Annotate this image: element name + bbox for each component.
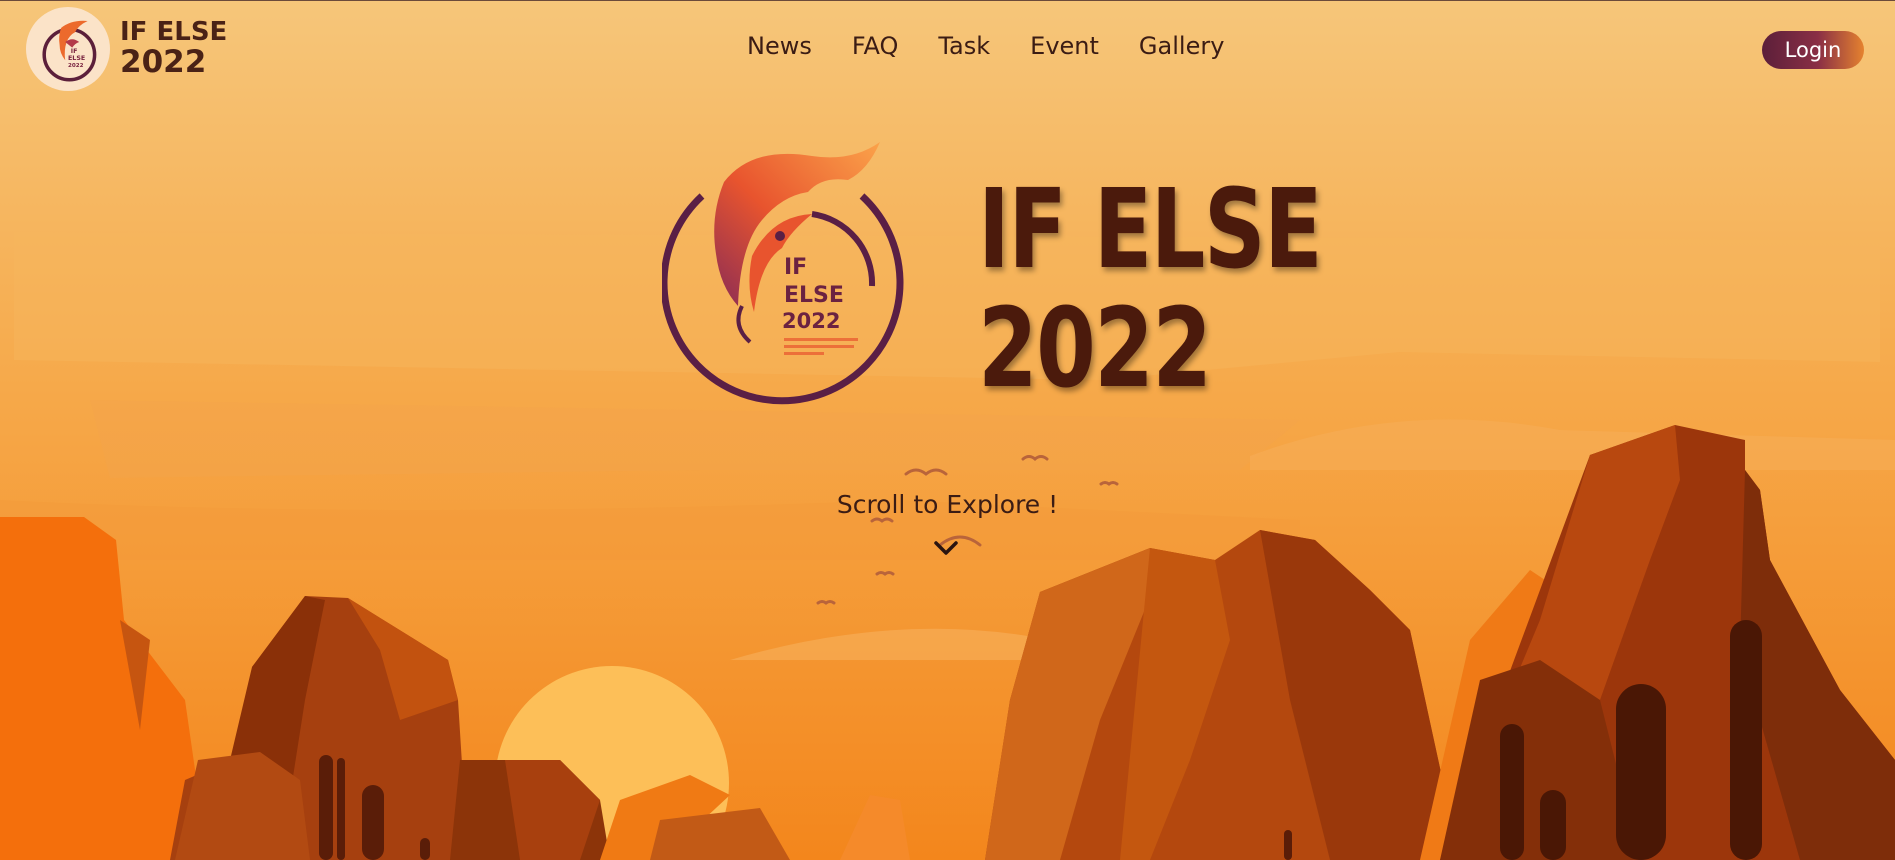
- chevron-down-icon[interactable]: [933, 538, 959, 562]
- top-navigation-bar: IF ELSE 2022 IF ELSE 2022 News FAQ Task …: [0, 0, 1895, 98]
- login-button[interactable]: Login: [1762, 31, 1864, 69]
- hero-logo-text-if: IF: [784, 255, 807, 280]
- nav-item-news[interactable]: News: [747, 32, 812, 60]
- svg-text:IF: IF: [71, 48, 78, 55]
- svg-text:ELSE: ELSE: [68, 55, 85, 62]
- hero-title-line1: IF ELSE: [978, 165, 1323, 293]
- nav-item-faq[interactable]: FAQ: [852, 32, 899, 60]
- scroll-to-explore-label: Scroll to Explore !: [836, 490, 1059, 519]
- hero-title: IF ELSE 2022: [978, 165, 1323, 412]
- svg-text:2022: 2022: [68, 63, 84, 69]
- nav-item-task[interactable]: Task: [938, 32, 990, 60]
- brand[interactable]: IF ELSE 2022 IF ELSE 2022: [26, 7, 227, 91]
- nav-item-gallery[interactable]: Gallery: [1139, 32, 1224, 60]
- desert-canyon-background: [0, 0, 1895, 860]
- brand-name-line1: IF ELSE: [120, 17, 228, 48]
- main-nav: News FAQ Task Event Gallery: [747, 32, 1264, 60]
- hero-logo-text-year: 2022: [782, 309, 840, 333]
- nav-item-event[interactable]: Event: [1030, 32, 1099, 60]
- hero-logo-text-else: ELSE: [784, 283, 844, 308]
- brand-name-line2: 2022: [120, 44, 207, 81]
- hero-title-line2: 2022: [978, 283, 1212, 412]
- brand-name[interactable]: IF ELSE 2022: [120, 17, 228, 81]
- brand-logo-icon[interactable]: IF ELSE 2022: [26, 7, 110, 91]
- hero-logo-icon: IF ELSE 2022: [660, 136, 922, 420]
